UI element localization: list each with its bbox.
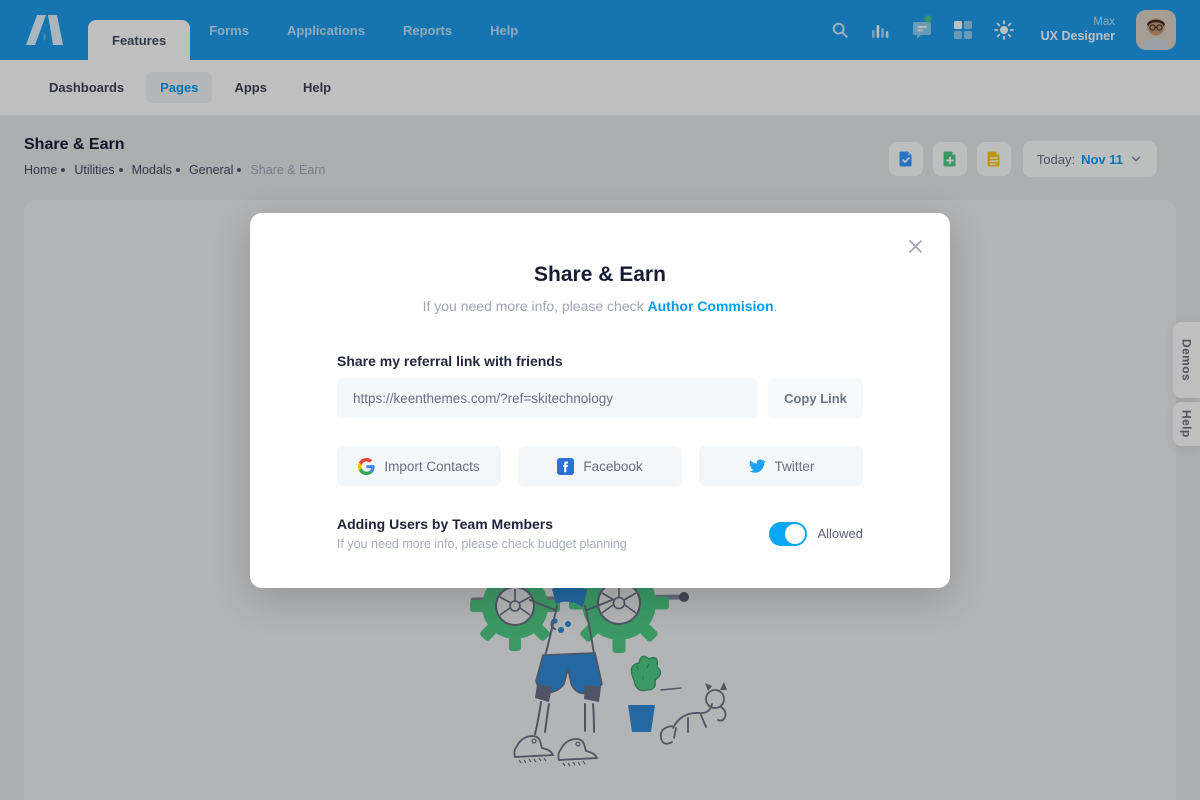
facebook-label: Facebook: [583, 459, 642, 474]
import-contacts-label: Import Contacts: [384, 459, 479, 474]
referral-link-input[interactable]: [337, 378, 758, 418]
allowed-toggle[interactable]: [769, 522, 807, 546]
author-commission-link[interactable]: Author Commision: [648, 298, 774, 314]
modal-title: Share & Earn: [337, 263, 863, 287]
share-earn-modal: Share & Earn If you need more info, plea…: [250, 213, 950, 588]
toggle-label: Allowed: [817, 526, 863, 541]
google-icon: [358, 458, 375, 475]
modal-subtitle: If you need more info, please check Auth…: [337, 298, 863, 314]
facebook-button[interactable]: Facebook: [518, 446, 682, 486]
import-contacts-button[interactable]: Import Contacts: [337, 446, 501, 486]
twitter-icon: [748, 458, 766, 474]
team-members-subtitle: If you need more info, please check budg…: [337, 537, 627, 551]
copy-link-button[interactable]: Copy Link: [768, 378, 863, 418]
toggle-knob: [785, 524, 805, 544]
subtitle-text: If you need more info, please check: [423, 298, 648, 314]
close-icon[interactable]: [904, 235, 926, 257]
referral-label: Share my referral link with friends: [337, 353, 863, 369]
twitter-label: Twitter: [775, 459, 815, 474]
facebook-icon: [557, 458, 574, 475]
twitter-button[interactable]: Twitter: [699, 446, 863, 486]
subtitle-period: .: [774, 298, 778, 314]
team-members-title: Adding Users by Team Members: [337, 516, 627, 532]
